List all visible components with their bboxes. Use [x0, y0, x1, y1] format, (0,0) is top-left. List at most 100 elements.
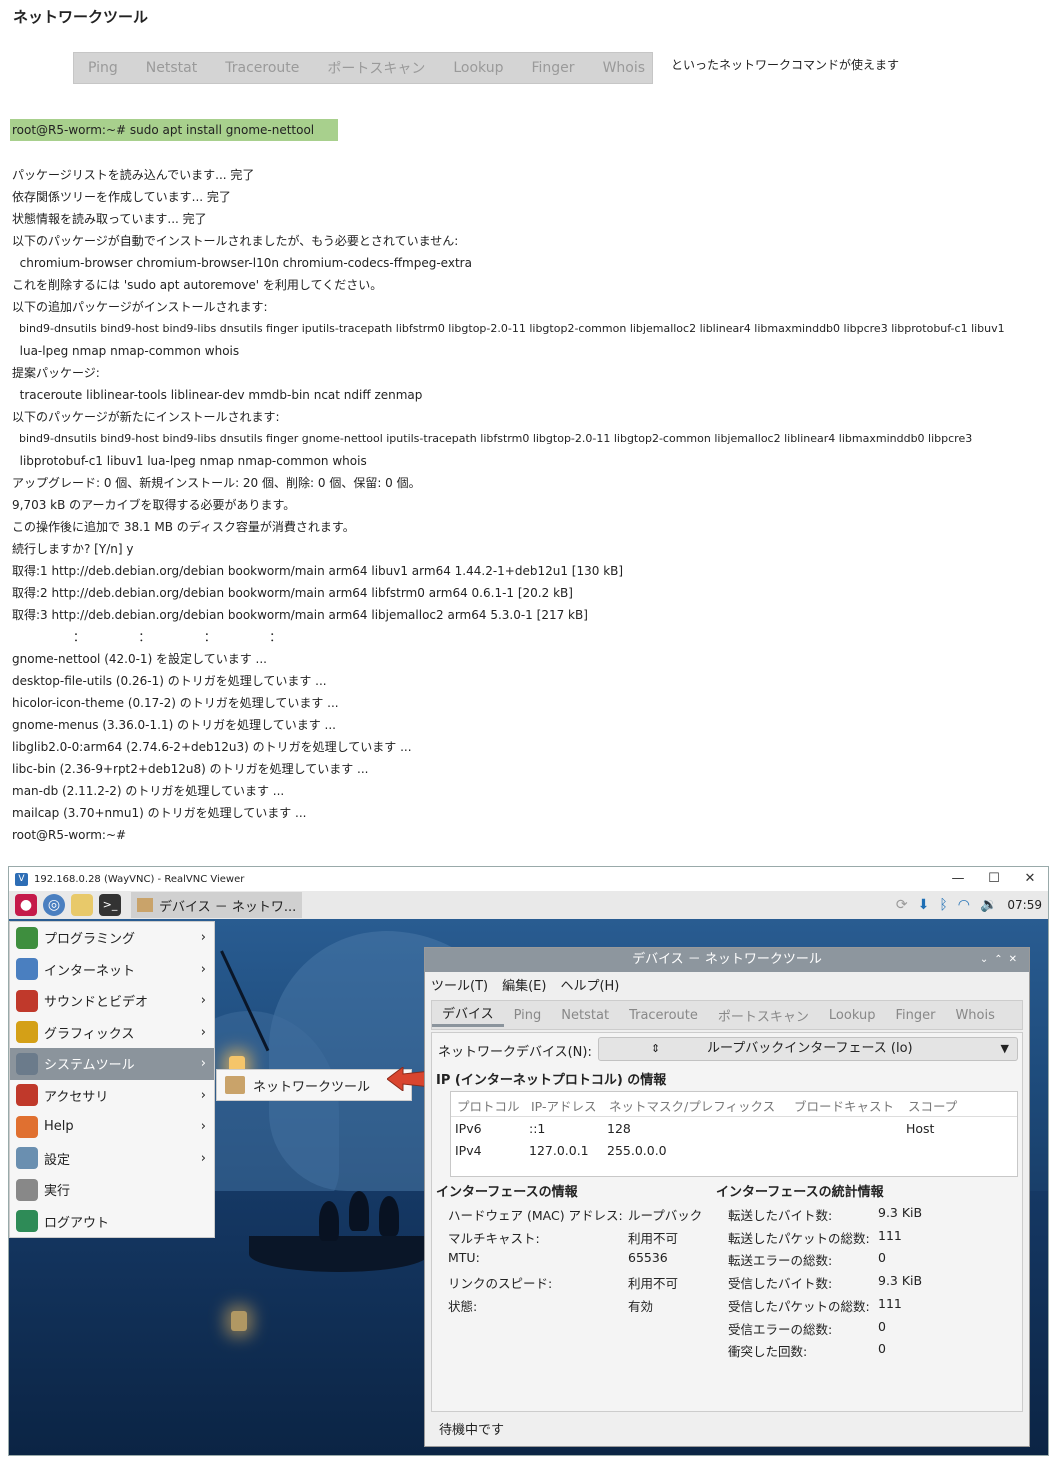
menu-item-4[interactable]: システムツール › — [10, 1048, 214, 1080]
log-line: bind9-dnsutils bind9-host bind9-libs dns… — [12, 322, 1005, 335]
tab-ping[interactable]: Ping — [504, 1008, 552, 1023]
page-title: ネットワークツール — [13, 8, 149, 26]
menu-item-label: 設定 — [44, 1152, 71, 1168]
wallpaper-lantern-reflection — [231, 1311, 247, 1331]
tab-traceroute[interactable]: Traceroute — [619, 1008, 708, 1023]
taskbar: ● ◎ >_ デバイス － ネットワ... ⟳ ⬇ ᛒ ◠ 🔉 07:59 — [9, 891, 1048, 919]
chevron-right-icon: › — [200, 1024, 206, 1040]
cell: Host — [906, 1121, 935, 1136]
tab-finger[interactable]: Finger — [885, 1008, 945, 1023]
submenu-item-network-tool[interactable]: ネットワークツール — [216, 1069, 412, 1101]
tab-portscan: ポートスキャン — [327, 61, 426, 77]
menu-item-label: グラフィックス — [44, 1026, 135, 1042]
tab-whois[interactable]: Whois — [945, 1008, 1004, 1023]
tab-finger: Finger — [531, 60, 575, 76]
info-label: ハードウェア (MAC) アドレス: — [448, 1208, 623, 1223]
media-icon — [16, 989, 38, 1012]
cell: IPv4 — [455, 1143, 482, 1158]
tab-lookup[interactable]: Lookup — [819, 1008, 886, 1023]
desktop: ● ◎ >_ デバイス － ネットワ... ⟳ ⬇ ᛒ ◠ 🔉 07:59 プロ… — [9, 891, 1048, 1455]
menu-tools[interactable]: ツール(T) — [431, 975, 488, 994]
chevron-right-icon: › — [200, 930, 206, 946]
log-line: mailcap (3.70+nmu1) のトリガを処理しています ... — [12, 806, 307, 820]
menu-item-2[interactable]: サウンドとビデオ › — [10, 985, 214, 1017]
iface-section-title: インターフェースの情報 — [436, 1185, 578, 1200]
globe-icon — [16, 958, 38, 981]
log-line: 以下のパッケージが自動でインストールされましたが、もう必要とされていません: — [12, 234, 459, 248]
log-line: gnome-menus (3.36.0-1.1) のトリガを処理しています ..… — [12, 718, 336, 732]
bluetooth-icon[interactable]: ᛒ — [939, 897, 947, 913]
table-row[interactable]: IPv4 127.0.0.1 255.0.0.0 — [451, 1139, 1017, 1161]
stats-section-title: インターフェースの統計情報 — [716, 1185, 884, 1200]
table-row[interactable]: IPv6 ::1 128 Host — [451, 1117, 1017, 1139]
menu-item-9[interactable]: ログアウト — [10, 1206, 214, 1238]
menu-item-0[interactable]: プログラミング › — [10, 922, 214, 954]
raspberry-menu-icon[interactable]: ● — [15, 894, 37, 916]
col-protocol[interactable]: プロトコル — [457, 1096, 520, 1115]
menu-item-6[interactable]: Help › — [10, 1111, 214, 1143]
info-value: 0 — [878, 1318, 886, 1334]
menu-item-5[interactable]: アクセサリ › — [10, 1080, 214, 1112]
log-line: bind9-dnsutils bind9-host bind9-libs dns… — [12, 432, 973, 445]
tab-portscan[interactable]: ポートスキャン — [708, 1006, 819, 1025]
info-label: 状態: — [448, 1298, 478, 1314]
wallpaper-bird — [319, 1201, 339, 1241]
sync-icon[interactable]: ⟳ — [896, 897, 908, 913]
tab-devices[interactable]: デバイス — [432, 1003, 504, 1027]
menu-item-7[interactable]: 設定 › — [10, 1143, 214, 1175]
nettool-tabs: デバイス Ping Netstat Traceroute ポートスキャン Loo… — [431, 1000, 1023, 1030]
menu-item-label: システムツール — [44, 1058, 135, 1074]
menu-edit[interactable]: 編集(E) — [502, 975, 546, 994]
folder-icon[interactable] — [71, 894, 93, 916]
info-label: 受信エラーの総数: — [728, 1321, 833, 1337]
info-value: 111 — [878, 1295, 902, 1311]
nettool-titlebar: デバイス － ネットワークツール ⌄⌃✕ — [425, 948, 1029, 972]
log-line: パッケージリストを読み込んでいます... 完了 — [12, 168, 255, 182]
log-line: 9,703 kB のアーカイブを取得する必要があります。 — [12, 498, 296, 512]
run-icon — [16, 1178, 38, 1201]
info-label: 衝突した回数: — [728, 1344, 808, 1360]
info-label: 転送したバイト数: — [728, 1208, 833, 1223]
terminal-icon[interactable]: >_ — [99, 894, 121, 916]
volume-icon[interactable]: 🔉 — [980, 897, 997, 913]
browser-icon[interactable]: ◎ — [43, 894, 65, 916]
menu-item-label: 実行 — [44, 1184, 71, 1200]
submenu-item-label: ネットワークツール — [253, 1079, 371, 1095]
log-line: libc-bin (2.36-9+rpt2+deb12u8) のトリガを処理して… — [12, 762, 369, 776]
minimize-button[interactable]: — — [940, 867, 976, 891]
logout-icon — [16, 1210, 38, 1233]
menu-item-3[interactable]: グラフィックス › — [10, 1017, 214, 1049]
realvnc-icon: V — [15, 872, 28, 886]
menu-item-label: プログラミング — [44, 932, 136, 948]
col-broadcast[interactable]: ブロードキャスト — [794, 1096, 894, 1115]
col-ip-address[interactable]: IP-アドレス — [531, 1096, 596, 1115]
log-line: libglib2.0-0:arm64 (2.74.6-2+deb12u3) のト… — [12, 740, 412, 754]
taskbar-app-nettool[interactable]: デバイス － ネットワ... — [131, 892, 303, 918]
window-controls[interactable]: ⌄⌃✕ — [980, 948, 1023, 972]
log-line: 以下の追加パッケージがインストールされます: — [12, 300, 268, 314]
device-select[interactable]: ⇕ ループバックインターフェース (lo) ▼ — [598, 1037, 1018, 1061]
settings-icon — [16, 1147, 38, 1170]
col-scope[interactable]: スコープ — [908, 1096, 957, 1115]
menu-item-1[interactable]: インターネット › — [10, 954, 214, 986]
cell: ::1 — [529, 1121, 546, 1136]
close-button[interactable]: ✕ — [1012, 867, 1048, 891]
log-line: man-db (2.11.2-2) のトリガを処理しています ... — [12, 784, 285, 798]
tab-netstat[interactable]: Netstat — [551, 1008, 619, 1023]
info-label: マルチキャスト: — [448, 1230, 540, 1246]
info-value: 0 — [878, 1341, 886, 1357]
log-line: 状態情報を読み取っています... 完了 — [12, 212, 207, 226]
col-netmask[interactable]: ネットマスク/プレフィックス — [609, 1096, 775, 1115]
maximize-button[interactable]: ☐ — [976, 867, 1012, 891]
application-menu: プログラミング › インターネット › サウンドとビデオ › グラフィックス › システムツール… — [9, 921, 215, 1238]
gear-icon — [16, 1052, 38, 1075]
log-line: hicolor-icon-theme (0.17-2) のトリガを処理しています… — [12, 696, 339, 710]
chevron-down-icon: ▼ — [1000, 1042, 1009, 1055]
menu-item-label: Help — [44, 1119, 74, 1135]
menu-item-8[interactable]: 実行 — [10, 1174, 214, 1206]
cell: IPv6 — [455, 1121, 482, 1136]
download-icon[interactable]: ⬇ — [918, 897, 930, 913]
nettool-menubar: ツール(T) 編集(E) ヘルプ(H) — [425, 972, 1029, 996]
menu-help[interactable]: ヘルプ(H) — [560, 975, 619, 994]
wifi-icon[interactable]: ◠ — [958, 897, 970, 913]
